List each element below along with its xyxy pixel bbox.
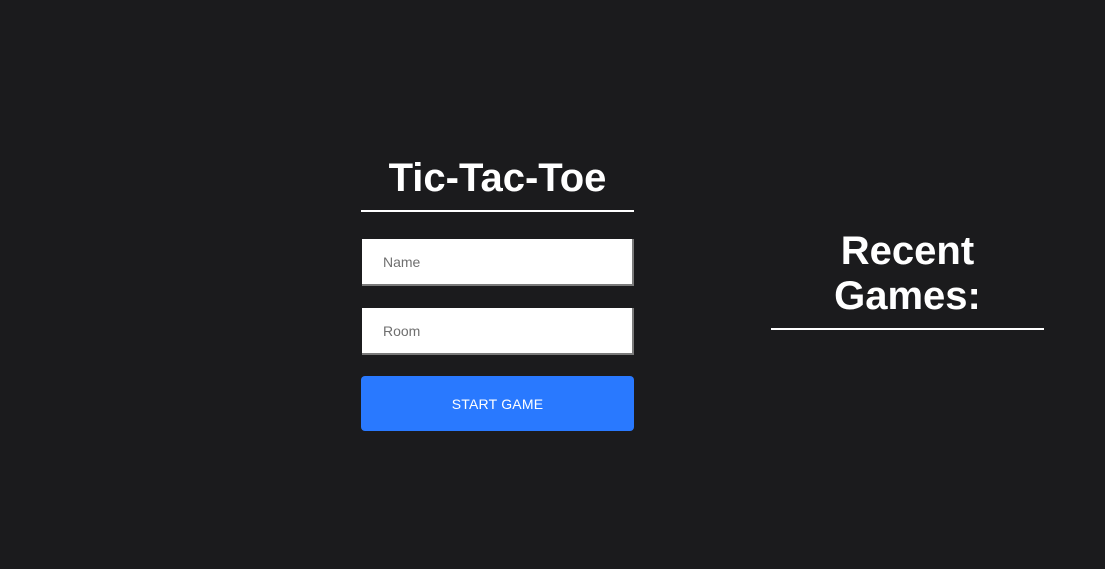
recent-games-title-line2: Games: — [834, 274, 981, 318]
start-game-button[interactable]: START GAME — [361, 376, 634, 431]
recent-games-divider — [771, 328, 1044, 330]
recent-games-panel: Recent Games: — [771, 229, 1044, 340]
join-form: Tic-Tac-Toe START GAME — [361, 154, 634, 431]
page: Tic-Tac-Toe START GAME Recent Games: — [0, 0, 1105, 569]
page-title: Tic-Tac-Toe — [388, 156, 607, 200]
recent-games-title-line1: Recent — [840, 229, 975, 273]
title-divider — [361, 210, 634, 212]
recent-games-title: Recent Games: — [771, 229, 1044, 319]
room-input[interactable] — [362, 308, 634, 355]
name-input[interactable] — [362, 239, 634, 286]
